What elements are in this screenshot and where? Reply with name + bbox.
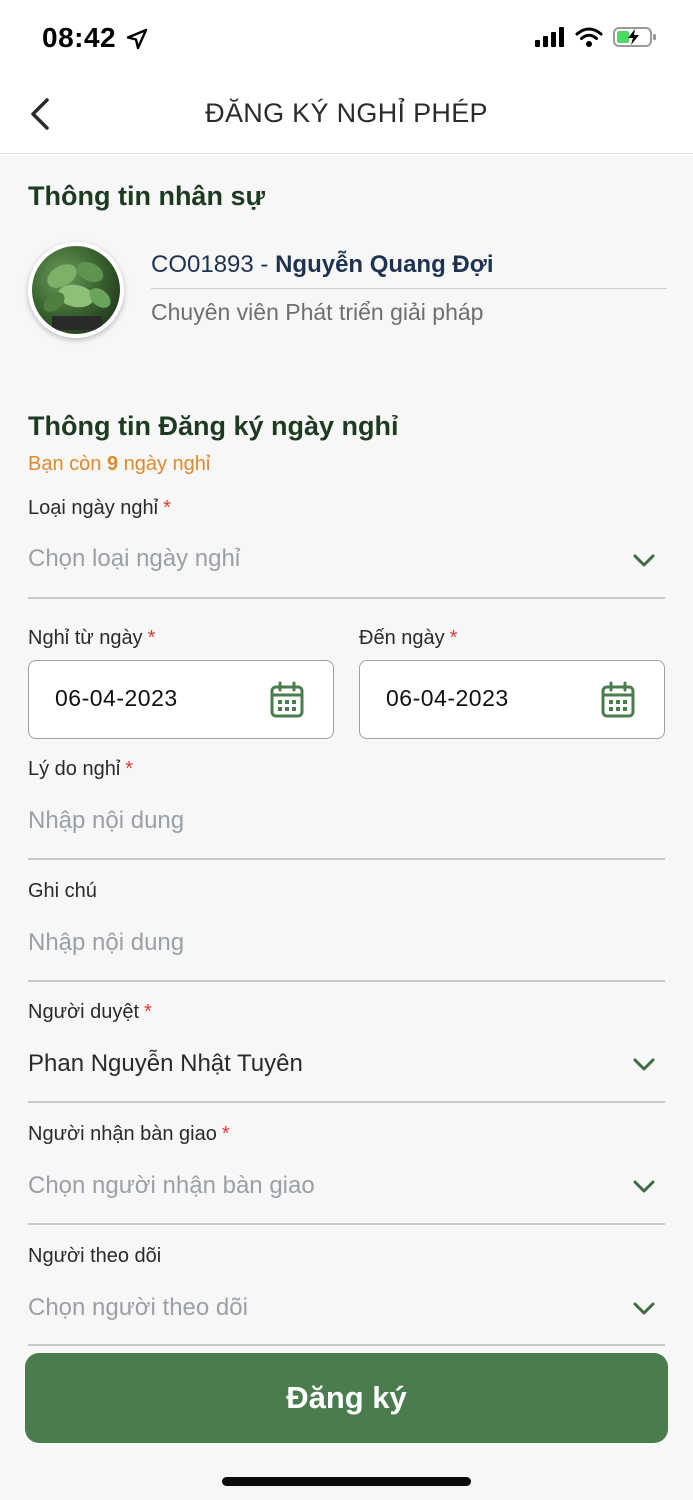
leave-type-label-text: Loại ngày nghỉ <box>28 497 159 519</box>
follower-select[interactable]: Chọn người theo dõi <box>28 1294 248 1322</box>
reason-input[interactable]: Nhập nội dung <box>28 807 184 835</box>
remaining-prefix: Bạn còn <box>28 453 107 475</box>
remaining-days-text: Bạn còn 9 ngày nghỉ <box>28 453 210 476</box>
home-indicator[interactable] <box>222 1477 471 1486</box>
leave-type-select[interactable]: Chọn loại ngày nghỉ <box>28 545 240 573</box>
leave-section-title: Thông tin Đăng ký ngày nghỉ <box>28 411 399 441</box>
status-time: 08:42 <box>42 22 117 53</box>
to-date-value: 06-04-2023 <box>386 685 509 711</box>
reason-label-text: Lý do nghỉ <box>28 758 121 780</box>
handover-label: Người nhận bàn giao * <box>28 1123 230 1146</box>
employee-code: CO01893 <box>151 251 254 278</box>
approver-label: Người duyệt * <box>28 1001 152 1024</box>
required-marker: * <box>221 1123 230 1145</box>
from-date-value: 06-04-2023 <box>55 685 178 711</box>
calendar-icon[interactable] <box>600 681 636 719</box>
cellular-signal-icon <box>535 27 565 52</box>
to-date-field[interactable]: 06-04-2023 <box>359 660 665 739</box>
nav-bar: ĐĂNG KÝ NGHỈ PHÉP <box>0 76 693 154</box>
approver-label-text: Người duyệt <box>28 1001 139 1023</box>
employee-position: Chuyên viên Phát triển giải pháp <box>151 299 484 325</box>
chevron-down-icon[interactable] <box>630 1172 658 1200</box>
handover-label-text: Người nhận bàn giao <box>28 1123 217 1145</box>
employee-separator: - <box>253 251 276 278</box>
employee-name: Nguyễn Quang Đợi <box>275 251 494 278</box>
required-marker: * <box>147 627 156 649</box>
form-content: Thông tin nhân sự CO01893 - Nguyễn Quang… <box>0 155 693 1500</box>
remaining-days-count: 9 <box>106 453 119 475</box>
reason-underline <box>28 858 665 860</box>
profile-divider <box>151 288 667 289</box>
avatar <box>28 242 124 338</box>
status-indicators <box>535 26 657 53</box>
approver-underline <box>28 1101 665 1103</box>
note-label: Ghi chú <box>28 880 97 902</box>
required-marker: * <box>163 497 171 519</box>
to-date-label-text: Đến ngày <box>359 627 445 649</box>
follower-label: Người theo dõi <box>28 1245 162 1267</box>
battery-charging-icon <box>613 26 657 53</box>
required-marker: * <box>144 1001 152 1023</box>
reason-label: Lý do nghỉ * <box>28 758 133 781</box>
chevron-down-icon[interactable] <box>630 1294 658 1322</box>
calendar-icon[interactable] <box>269 681 305 719</box>
employee-id-name: CO01893 - Nguyễn Quang Đợi <box>151 251 493 279</box>
handover-select[interactable]: Chọn người nhận bàn giao <box>28 1172 315 1200</box>
from-date-label-text: Nghỉ từ ngày <box>28 627 143 649</box>
location-arrow-icon <box>126 28 148 55</box>
handover-underline <box>28 1223 665 1225</box>
approver-select[interactable]: Phan Nguyễn Nhật Tuyên <box>28 1050 303 1078</box>
chevron-down-icon[interactable] <box>630 546 658 574</box>
note-input[interactable]: Nhập nội dung <box>28 929 184 957</box>
required-marker: * <box>125 758 134 780</box>
page-title: ĐĂNG KÝ NGHỈ PHÉP <box>205 98 488 128</box>
leave-type-underline <box>28 597 665 599</box>
from-date-field[interactable]: 06-04-2023 <box>28 660 334 739</box>
follower-underline <box>28 1344 665 1346</box>
remaining-suffix: ngày nghỉ <box>118 453 211 475</box>
plant-photo <box>43 261 111 330</box>
status-bar: 08:42 <box>0 0 693 76</box>
employee-section-title: Thông tin nhân sự <box>28 181 266 211</box>
wifi-icon <box>575 26 603 53</box>
leave-type-label: Loại ngày nghỉ * <box>28 497 171 520</box>
note-underline <box>28 980 665 982</box>
required-marker: * <box>449 627 458 649</box>
to-date-label: Đến ngày * <box>359 627 457 650</box>
chevron-down-icon[interactable] <box>630 1050 658 1078</box>
from-date-label: Nghỉ từ ngày * <box>28 627 155 650</box>
submit-button[interactable]: Đăng ký <box>25 1353 668 1443</box>
